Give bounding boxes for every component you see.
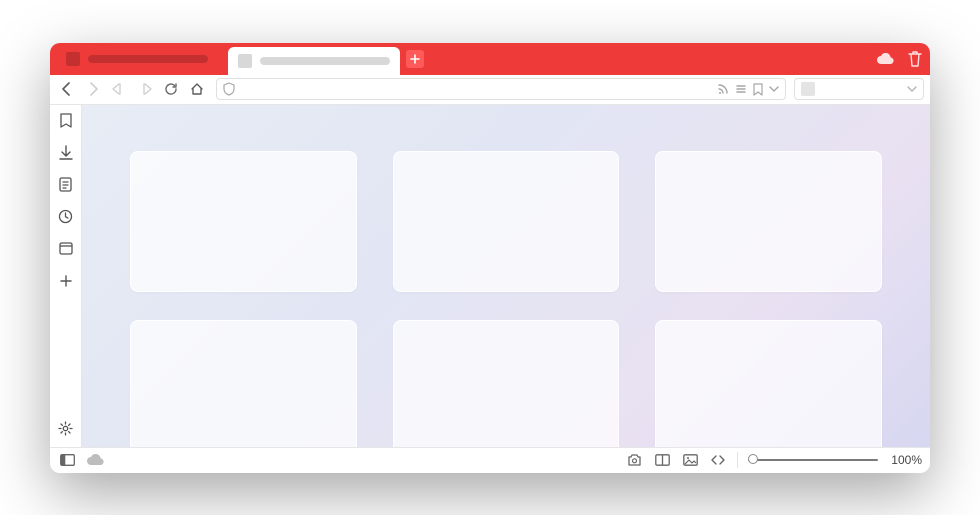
reload-button[interactable] [160, 78, 182, 100]
search-engine-icon [801, 82, 815, 96]
tab-title-placeholder [88, 55, 208, 63]
window-panel-icon[interactable] [56, 239, 76, 259]
rewind-button[interactable] [108, 78, 130, 100]
add-panel-icon[interactable] [56, 271, 76, 291]
tab-favicon [66, 52, 80, 66]
address-bar[interactable] [216, 78, 786, 100]
reader-view-icon[interactable] [735, 83, 747, 95]
trash-icon[interactable] [900, 43, 930, 75]
speed-dial-tile[interactable] [655, 151, 882, 293]
notes-panel-icon[interactable] [56, 175, 76, 195]
body-area [50, 105, 930, 447]
zoom-slider[interactable] [748, 458, 878, 462]
image-toggle-icon[interactable] [681, 451, 699, 469]
feed-icon[interactable] [717, 83, 729, 95]
fast-forward-button[interactable] [134, 78, 156, 100]
navigation-toolbar [50, 75, 930, 105]
history-panel-icon[interactable] [56, 207, 76, 227]
speed-dial [82, 105, 930, 447]
speed-dial-tile[interactable] [393, 320, 620, 446]
bookmark-icon[interactable] [753, 83, 763, 96]
bookmarks-panel-icon[interactable] [56, 111, 76, 131]
capture-icon[interactable] [625, 451, 643, 469]
tab-inactive[interactable] [56, 43, 228, 75]
speed-dial-tile[interactable] [130, 320, 357, 446]
forward-button[interactable] [82, 78, 104, 100]
tab-strip [50, 43, 930, 75]
sync-cloud-icon[interactable] [870, 43, 900, 75]
url-input[interactable] [241, 82, 711, 96]
downloads-panel-icon[interactable] [56, 143, 76, 163]
panel-toggle-icon[interactable] [58, 451, 76, 469]
new-tab-button[interactable] [406, 50, 424, 68]
side-panel [50, 105, 82, 447]
search-engine-dropdown-icon[interactable] [907, 85, 917, 93]
back-button[interactable] [56, 78, 78, 100]
tab-title-placeholder [260, 57, 390, 65]
home-button[interactable] [186, 78, 208, 100]
status-bar: 100% [50, 447, 930, 473]
sync-status-icon[interactable] [86, 451, 104, 469]
page-actions-icon[interactable] [709, 451, 727, 469]
search-field[interactable] [794, 78, 924, 100]
speed-dial-tile[interactable] [130, 151, 357, 293]
speed-dial-grid [130, 151, 882, 447]
zoom-control: 100% [748, 453, 922, 467]
shield-icon[interactable] [223, 82, 235, 96]
settings-gear-icon[interactable] [56, 419, 76, 439]
speed-dial-tile[interactable] [655, 320, 882, 446]
speed-dial-tile[interactable] [393, 151, 620, 293]
zoom-level-label: 100% [886, 453, 922, 467]
tab-favicon [238, 54, 252, 68]
address-dropdown-icon[interactable] [769, 85, 779, 93]
browser-window: 100% [50, 43, 930, 473]
tiling-icon[interactable] [653, 451, 671, 469]
tab-active[interactable] [228, 47, 400, 75]
